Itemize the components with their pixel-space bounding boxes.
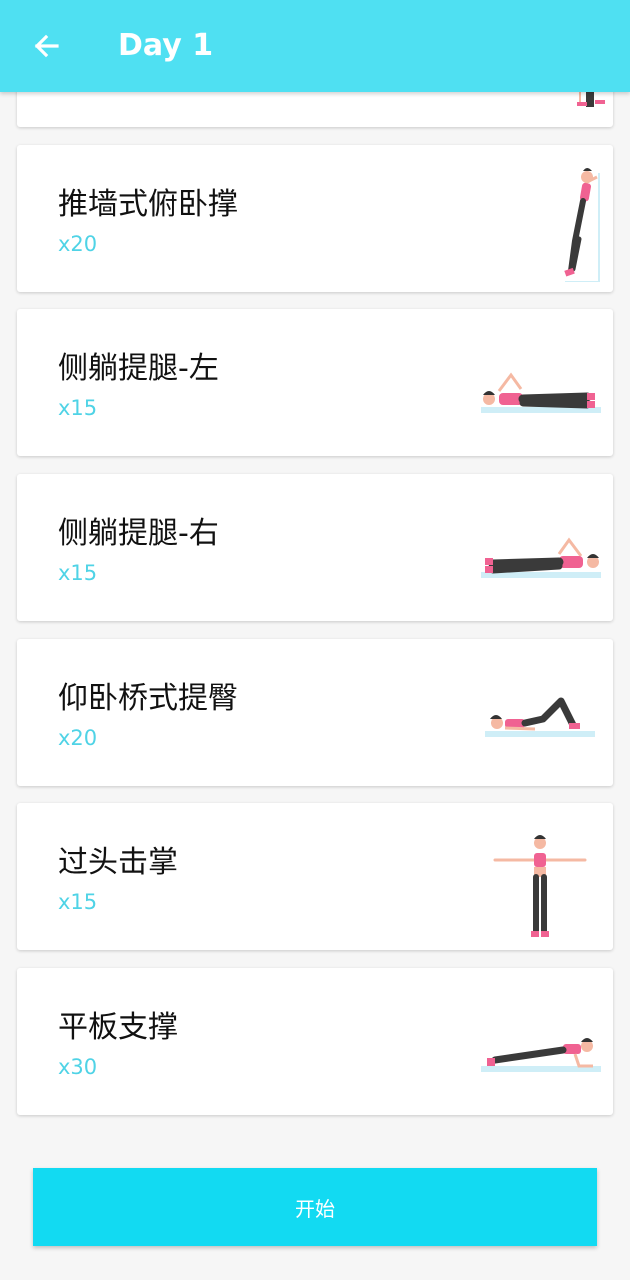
exercise-name: 平板支撑 bbox=[58, 1010, 178, 1045]
exercise-reps: x15 bbox=[58, 890, 98, 914]
wall-pushup-figure bbox=[564, 168, 600, 282]
exercise-card[interactable]: 仰卧桥式提臀 x20 bbox=[17, 639, 613, 786]
exercise-name: 侧躺提腿-右 bbox=[58, 516, 219, 551]
overhead-clap-figure bbox=[493, 835, 587, 937]
app-bar: Day 1 bbox=[0, 0, 630, 92]
back-button[interactable] bbox=[20, 24, 72, 68]
exercise-card[interactable]: 侧躺提腿-左 x15 bbox=[17, 309, 613, 456]
exercise-name: 仰卧桥式提臀 bbox=[58, 681, 238, 716]
exercise-card[interactable]: 侧躺提腿-右 x15 bbox=[17, 474, 613, 621]
exercise-reps: x30 bbox=[58, 1055, 98, 1079]
arrow-left-icon bbox=[34, 34, 59, 58]
exercise-reps: x20 bbox=[58, 232, 98, 256]
exercise-name: 侧躺提腿-左 bbox=[58, 351, 219, 386]
page-title: Day 1 bbox=[118, 28, 214, 63]
exercise-card[interactable]: 平板支撑 x30 bbox=[17, 968, 613, 1115]
side-lying-leg-raise-right-figure bbox=[481, 537, 601, 578]
exercise-card[interactable]: 推墙式俯卧撑 x20 bbox=[17, 145, 613, 292]
exercise-reps: x15 bbox=[58, 561, 98, 585]
glute-bridge-figure bbox=[485, 697, 595, 737]
exercise-name: 过头击掌 bbox=[58, 845, 178, 880]
side-lying-leg-raise-left-figure bbox=[481, 372, 601, 413]
exercise-card[interactable]: 过头击掌 x15 bbox=[17, 803, 613, 950]
exercise-reps: x20 bbox=[58, 726, 98, 750]
exercise-reps: x15 bbox=[58, 396, 98, 420]
plank-figure bbox=[481, 1038, 601, 1072]
start-button[interactable]: 开始 bbox=[33, 1168, 597, 1246]
exercise-name: 推墙式俯卧撑 bbox=[58, 187, 238, 222]
